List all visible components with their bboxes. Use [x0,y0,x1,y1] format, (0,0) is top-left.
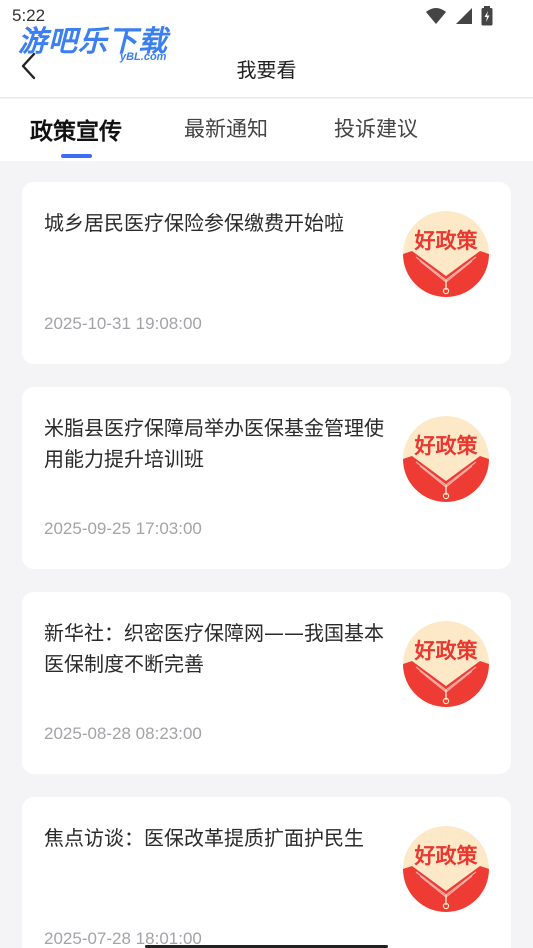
article-title: 城乡居民医疗保险参保缴费开始啦 [44,211,344,235]
list-item[interactable]: 焦点访谈：医保改革提质扩面护民生 2025-07-28 18:01:00 好政策 [22,797,511,948]
badge-label: 好政策 [414,434,478,458]
tab-notice[interactable]: 最新通知 [184,113,268,143]
status-icons [425,6,493,26]
tab-complaint[interactable]: 投诉建议 [334,113,418,143]
list-item[interactable]: 米脂县医疗保障局举办医保基金管理使用能力提升培训班 2025-09-25 17:… [22,387,511,569]
tab-bar: 政策宣传 最新通知 投诉建议 [0,99,533,161]
signal-icon [456,8,472,24]
good-policy-badge: 好政策 [402,210,490,298]
tab-policy[interactable]: 政策宣传 [30,112,122,146]
page-title: 我要看 [236,58,297,82]
badge-label: 好政策 [414,844,478,868]
good-policy-badge: 好政策 [402,620,490,708]
article-title: 米脂县医疗保障局举办医保基金管理使用能力提升培训班 [44,416,384,471]
article-title: 新华社：织密医疗保障网——我国基本医保制度不断完善 [44,621,384,676]
list-item[interactable]: 新华社：织密医疗保障网——我国基本医保制度不断完善 2025-08-28 08:… [22,592,511,774]
article-title: 焦点访谈：医保改革提质扩面护民生 [44,826,364,850]
badge-label: 好政策 [414,229,478,253]
list-item[interactable]: 城乡居民医疗保险参保缴费开始啦 2025-10-31 19:08:00 好政策 [22,182,511,364]
header: 5:22 游吧乐下载 yBL.com 我要看 [0,0,533,98]
wifi-icon [426,8,446,24]
badge-label: 好政策 [414,639,478,663]
good-policy-badge: 好政策 [402,825,490,913]
article-date: 2025-09-25 17:03:00 [44,519,202,538]
tab-indicator [61,154,92,158]
article-date: 2025-08-28 08:23:00 [44,724,202,743]
battery-icon [481,6,493,26]
article-date: 2025-10-31 19:08:00 [44,314,202,333]
good-policy-badge: 好政策 [402,415,490,503]
